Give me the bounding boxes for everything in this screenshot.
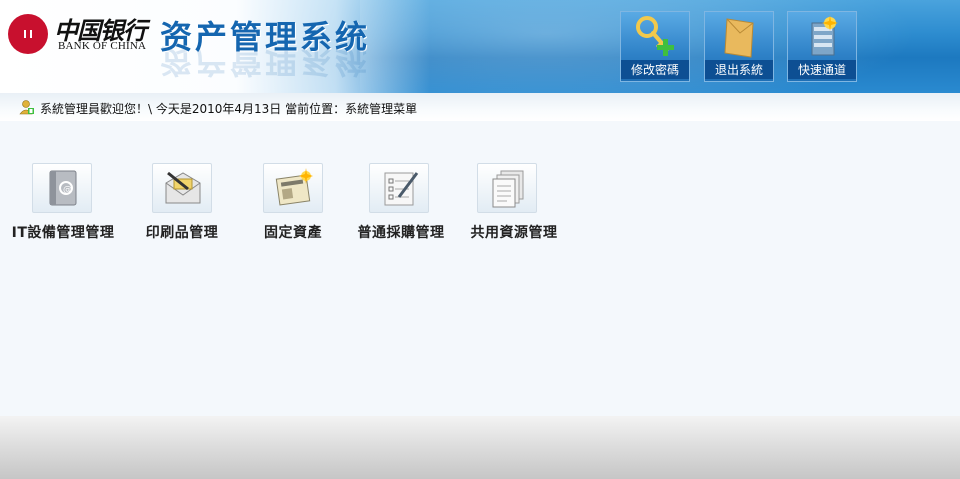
mail-pen-icon <box>165 171 201 204</box>
menu-icon-box <box>263 163 323 213</box>
menu-icon-box <box>152 163 212 213</box>
address-book-icon: @ <box>49 170 77 206</box>
form-pen-icon <box>384 172 419 206</box>
menu-label: 普通採購管理 <box>357 225 445 241</box>
logout-button[interactable]: 退出系統 <box>704 11 774 82</box>
menu-panel: @ IT設備管理管理 印刷品管理 固定資產 普通採購管理 共用資源管理 <box>0 121 960 416</box>
menu-label: 固定資產 <box>264 225 322 241</box>
server-shortcut-icon <box>811 15 838 56</box>
bank-name-en: BANK OF CHINA <box>58 40 147 52</box>
menu-label: 共用資源管理 <box>470 225 558 241</box>
menu-icon-box <box>369 163 429 213</box>
bank-of-china-logo-icon <box>8 14 48 54</box>
menu-item-general-procurement[interactable]: 普通採購管理 <box>341 161 461 251</box>
newspaper-icon <box>275 168 313 206</box>
svg-text:@: @ <box>63 185 72 195</box>
status-text: 系統管理員歡迎您！\ 今天是2010年4月13日 當前位置：系統管理菜單 <box>40 102 418 116</box>
key-plus-icon <box>636 16 674 56</box>
quick-access-button[interactable]: 快速通道 <box>787 11 857 82</box>
menu-item-it-equipment[interactable]: @ IT設備管理管理 <box>3 161 123 251</box>
menu-item-fixed-assets[interactable]: 固定資產 <box>233 161 353 251</box>
documents-icon <box>492 170 524 208</box>
menu-label: 印刷品管理 <box>145 225 219 241</box>
header-banner: 中国银行 BANK OF CHINA 资产管理系统 资产管理系统 修改密碼 退出… <box>0 0 960 93</box>
menu-item-print-materials[interactable]: 印刷品管理 <box>122 161 242 251</box>
quick-access-label: 快速通道 <box>788 60 856 79</box>
change-password-button[interactable]: 修改密碼 <box>620 11 690 82</box>
menu-label: IT設備管理管理 <box>11 225 115 241</box>
user-icon <box>19 100 34 115</box>
status-bar: 系統管理員歡迎您！\ 今天是2010年4月13日 當前位置：系統管理菜單 <box>0 93 960 121</box>
logout-label: 退出系統 <box>705 60 773 79</box>
system-title-reflection: 资产管理系统 <box>160 42 371 80</box>
menu-item-shared-resources[interactable]: 共用資源管理 <box>454 161 574 251</box>
footer-bar <box>0 416 960 479</box>
menu-icon-box <box>477 163 537 213</box>
menu-icon-box: @ <box>32 163 92 213</box>
change-password-label: 修改密碼 <box>621 60 689 79</box>
envelope-exit-icon <box>724 18 754 58</box>
